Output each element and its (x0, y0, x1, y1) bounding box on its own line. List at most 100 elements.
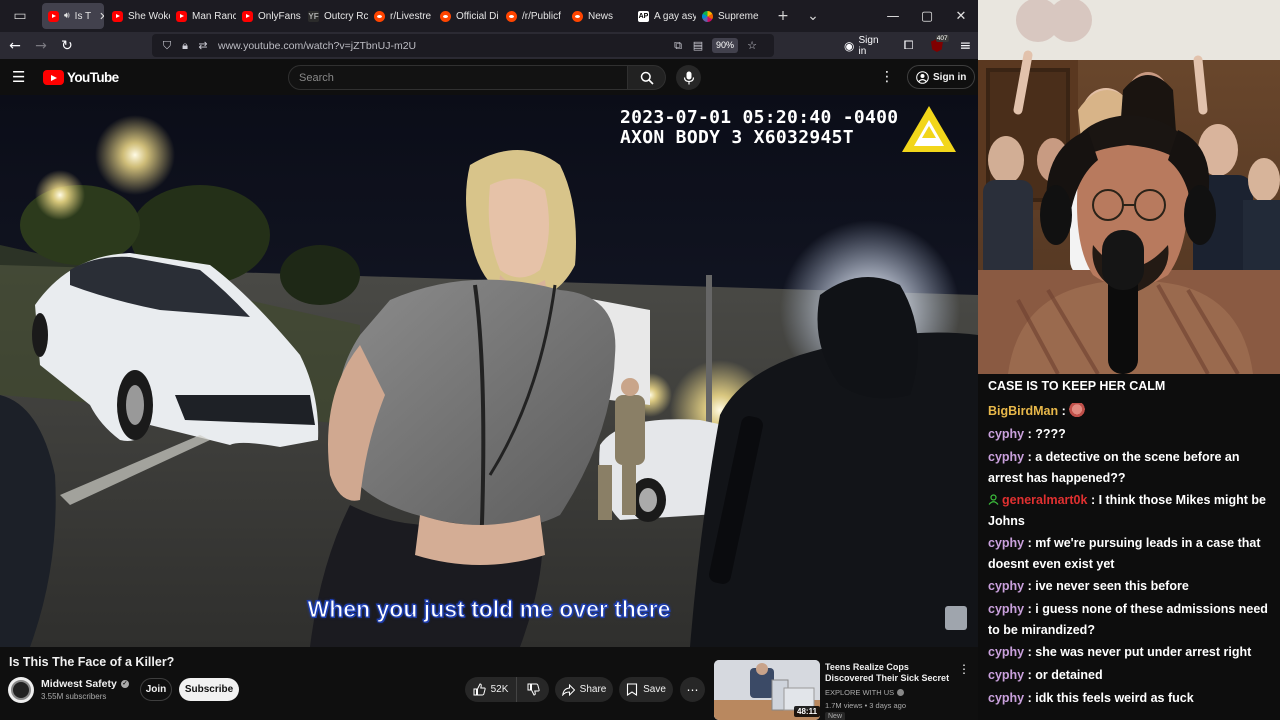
close-tab-icon[interactable]: ✕ (99, 10, 104, 23)
chat-username[interactable]: cyphy (988, 427, 1024, 441)
webcam-overlay (978, 0, 1280, 374)
voice-search-button[interactable] (676, 65, 701, 90)
browser-tab[interactable]: OnlyFans (236, 3, 302, 29)
new-tab-icon[interactable]: + (768, 0, 798, 32)
browser-tab[interactable]: /r/Publicf (500, 3, 566, 29)
share-button[interactable]: Share (555, 677, 613, 702)
recommended-more-icon[interactable]: ⋮ (958, 662, 970, 676)
browser-tab[interactable]: Man Ranc (170, 3, 236, 29)
chat-username[interactable]: cyphy (988, 691, 1024, 705)
browser-tab[interactable]: YF Outcry Rc (302, 3, 368, 29)
more-actions-icon[interactable]: ⋯ (680, 677, 705, 702)
recommended-title[interactable]: Teens Realize Cops Discovered Their Sick… (825, 662, 955, 684)
chat-emote-icon (1069, 403, 1086, 417)
chat-text: she was never put under arrest right (1035, 645, 1252, 659)
maximize-icon[interactable]: ▢ (910, 0, 944, 32)
browser-tab[interactable]: She Woke (106, 3, 170, 29)
youtube-favicon-icon (242, 10, 253, 22)
join-button[interactable]: Join (140, 678, 172, 701)
shield-icon[interactable]: ⛉ (158, 39, 176, 53)
search-button[interactable] (627, 65, 666, 90)
chat-message: cyphy : or detained (988, 665, 1276, 686)
reddit-favicon-icon (572, 10, 583, 22)
tab-bar: ▭ 🔊︎ Is T ✕ She Woke Man Ranc OnlyFans YF Outcr… (0, 0, 978, 32)
picture-in-picture-icon[interactable]: ⧉ (668, 36, 688, 55)
ublock-extension-icon[interactable]: 407 (925, 34, 949, 58)
chat-text: ???? (1035, 427, 1066, 441)
ap-favicon-icon: AP (638, 10, 649, 22)
browser-tab-label: OnlyFans (258, 10, 301, 22)
browser-tab[interactable]: Official Di (434, 3, 500, 29)
video-player[interactable] (0, 95, 978, 647)
chat-username[interactable]: cyphy (988, 536, 1024, 550)
address-bar[interactable]: ⛉ 🔒︎ ⇄ www.youtube.com/watch?v=jZTbnUJ-m… (152, 34, 774, 57)
guide-menu-icon[interactable]: ☰ (12, 68, 30, 86)
reader-view-icon[interactable]: ▤ (688, 36, 708, 55)
like-button[interactable]: 52K (465, 677, 517, 702)
chat-username[interactable]: BigBirdMan (988, 404, 1058, 418)
account-signin[interactable]: ◉ Sign in (840, 35, 892, 57)
lock-icon[interactable]: 🔒︎ (176, 39, 194, 53)
chat-username[interactable]: cyphy (988, 579, 1024, 593)
app-menu-icon[interactable]: ≡ (953, 33, 978, 59)
recommended-verified-icon (897, 689, 905, 696)
speaker-icon[interactable]: 🔊︎ (64, 11, 70, 21)
youtube-logo[interactable]: YouTube (43, 70, 119, 85)
chat-separator: : (1024, 691, 1036, 705)
zoom-level[interactable]: 90% (712, 38, 739, 53)
back-icon[interactable]: ← (2, 33, 28, 59)
channel-name[interactable]: Midwest Safety (41, 678, 117, 690)
url-text[interactable]: www.youtube.com/watch?v=jZTbnUJ-m2U (218, 40, 416, 52)
chat-message: cyphy : i guess none of these admissions… (988, 599, 1276, 641)
bodycam-scene (0, 95, 978, 647)
browser-tab[interactable]: AP A gay asy (632, 3, 696, 29)
subscribe-button[interactable]: Subscribe (179, 678, 239, 701)
chat-username[interactable]: generalmart0k (1002, 493, 1087, 507)
recommended-channel[interactable]: EXPLORE WITH US (825, 688, 905, 697)
thumbs-up-icon (473, 683, 486, 696)
yahoo-finance-favicon-icon: YF (308, 10, 319, 22)
video-title: Is This The Face of a Killer? (9, 655, 175, 669)
browser-tab[interactable]: Supreme (696, 3, 768, 29)
chat-username[interactable]: cyphy (988, 450, 1024, 464)
tab-list-icon[interactable]: ▭ (0, 0, 40, 32)
chat-username[interactable]: cyphy (988, 668, 1024, 682)
chat-username[interactable]: cyphy (988, 645, 1024, 659)
recommended-video[interactable]: 48:11 Teens Realize Cops Discovered Thei… (714, 660, 978, 720)
browser-tab-label: /r/Publicf (522, 10, 561, 22)
close-window-icon[interactable]: ✕ (944, 0, 978, 32)
dislike-button[interactable] (517, 677, 549, 702)
browser-tab[interactable]: News (566, 3, 632, 29)
reddit-favicon-icon (506, 10, 517, 22)
youtube-signin-button[interactable]: Sign in (907, 65, 976, 89)
chat-separator: : (1024, 602, 1036, 616)
chat-username[interactable]: cyphy (988, 602, 1024, 616)
browser-tab[interactable]: 🔊︎ Is T ✕ (42, 3, 104, 29)
tab-overflow-icon[interactable]: ⌄ (798, 0, 828, 32)
search-input[interactable] (289, 66, 627, 89)
chat-separator: : (1024, 536, 1036, 550)
channel-avatar[interactable] (8, 677, 34, 703)
account-icon: ◉ (844, 38, 855, 53)
chat-text: idk this feels weird as fuck (1035, 691, 1194, 705)
minimize-icon[interactable]: — (876, 0, 910, 32)
bodycam-timestamp-line1: 2023-07-01 05:20:40 -0400 (620, 107, 899, 128)
forward-icon[interactable]: → (28, 33, 54, 59)
save-button[interactable]: Save (619, 677, 673, 702)
channel-name-row[interactable]: Midwest Safety ✓ (41, 678, 129, 690)
chat-message: cyphy : ???? (988, 424, 1276, 445)
reload-icon[interactable]: ↻ (54, 33, 80, 59)
chat-text: ive never seen this before (1035, 579, 1189, 593)
chat-text: or detained (1035, 668, 1103, 682)
browser-tab-label: Supreme (718, 10, 759, 22)
permissions-icon[interactable]: ⇄ (194, 39, 212, 52)
chat-message: cyphy : ive never seen this before (988, 576, 1276, 597)
settings-menu-icon[interactable]: ⋮ (880, 68, 894, 86)
youtube-header: ☰ YouTube ⋮ Sign in (0, 59, 978, 95)
bookmark-star-icon[interactable]: ☆ (742, 36, 762, 55)
extensions-icon[interactable]: ⧠ (896, 33, 921, 59)
chat-separator: : (1058, 404, 1070, 418)
chat-message: BigBirdMan : (988, 401, 1276, 422)
browser-tab[interactable]: r/Livestre (368, 3, 434, 29)
chat-message: cyphy : idk this feels weird as fuck (988, 688, 1276, 709)
